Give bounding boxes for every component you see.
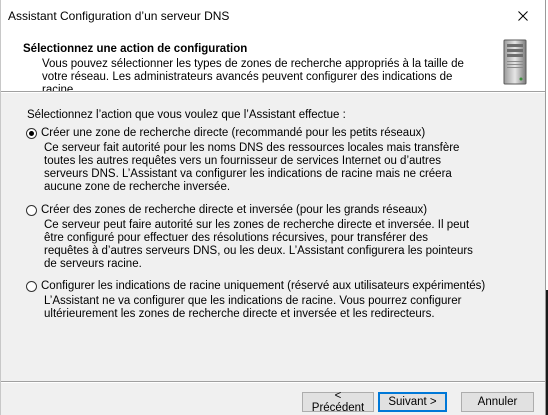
radio-forward-reverse-zones[interactable] [26,204,37,216]
option-forward-reverse-zones[interactable]: Créer des zones de recherche directe et … [26,204,427,216]
radio-forward-zone[interactable] [26,127,37,139]
window-title: Assistant Configuration d’un serveur DNS [8,9,230,23]
option-forward-zone[interactable]: Créer une zone de recherche directe (rec… [26,127,425,139]
wizard-header: Sélectionnez une action de configuration… [1,31,545,96]
close-icon [517,10,528,21]
option-description: Ce serveur peut faire autorité sur les z… [44,219,473,270]
option-root-hints-only[interactable]: Configurer les indications de racine uni… [26,280,485,292]
option-description: Ce serveur fait autorité pour les noms D… [44,142,460,193]
footer-divider [1,381,545,383]
radio-root-hints-only[interactable] [26,280,37,292]
action-prompt: Sélectionnez l’action que vous voulez qu… [27,109,346,121]
header-title: Sélectionnez une action de configuration [23,43,248,55]
dns-wizard-window: Assistant Configuration d’un serveur DNS… [0,0,546,415]
server-icon [503,39,527,85]
back-button[interactable]: < Précédent [302,390,374,414]
header-divider [1,91,545,93]
title-bar[interactable]: Assistant Configuration d’un serveur DNS [1,0,545,31]
option-label[interactable]: Configurer les indications de racine uni… [41,280,485,292]
close-button[interactable] [500,0,545,31]
option-description: L’Assistant ne va configurer que les ind… [44,295,462,320]
option-label[interactable]: Créer des zones de recherche directe et … [41,204,427,216]
cancel-button[interactable]: Annuler [461,392,534,412]
option-label[interactable]: Créer une zone de recherche directe (rec… [41,127,425,139]
next-button[interactable]: Suivant > [378,392,447,412]
